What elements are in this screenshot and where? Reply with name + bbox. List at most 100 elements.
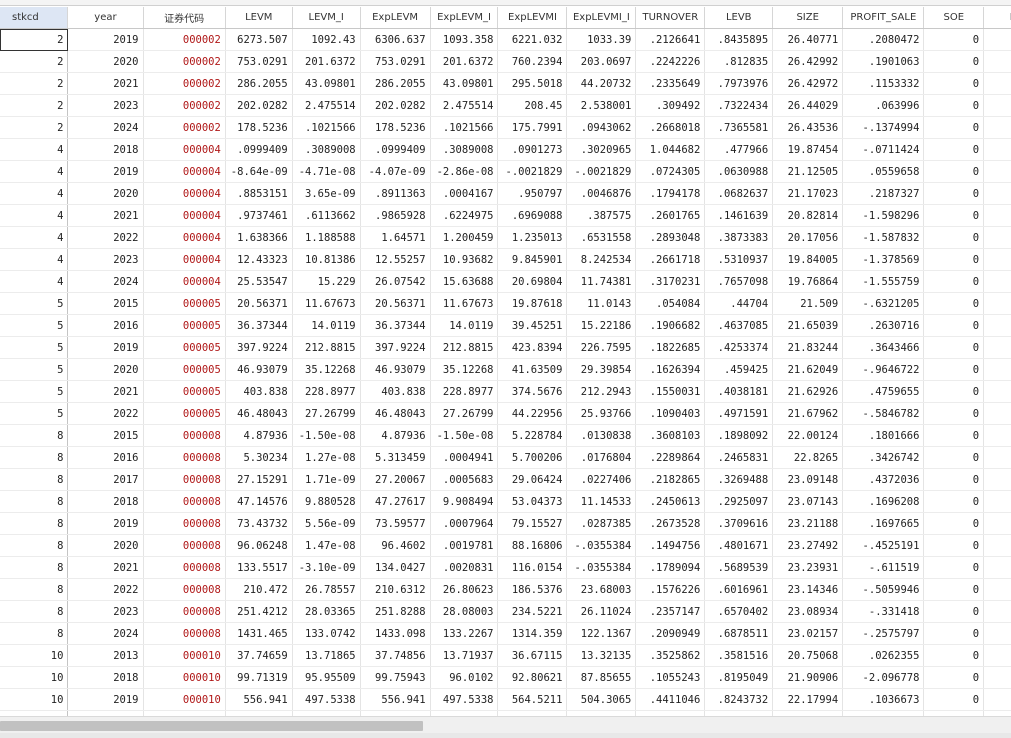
table-cell[interactable]: 175.7991 — [497, 116, 568, 139]
table-cell[interactable]: 6273.507 — [225, 28, 293, 51]
table-cell[interactable]: .0682637 — [704, 182, 774, 205]
table-cell[interactable]: 753.0291 — [225, 50, 293, 73]
table-cell[interactable]: 43.09801 — [292, 72, 361, 95]
table-cell[interactable]: 2 — [0, 28, 69, 51]
table-cell[interactable]: 27.15291 — [225, 468, 293, 491]
table-cell[interactable]: 26.11024 — [566, 600, 637, 623]
security-code-cell[interactable]: 000005 — [143, 336, 226, 359]
horizontal-scrollbar[interactable] — [0, 716, 1011, 734]
table-row[interactable]: 10 2019 000010 556.941 497.5338 556.941 497.53… — [0, 688, 1011, 711]
table-cell[interactable]: 0 — [923, 644, 985, 667]
table-cell[interactable]: 36.37344 — [360, 314, 431, 337]
table-cell[interactable]: .0943062 — [566, 116, 637, 139]
table-cell[interactable]: 47.14576 — [225, 490, 293, 513]
table-cell[interactable]: 5 — [0, 292, 69, 315]
table-row[interactable]: 2 2019 000002 6273.507 1092.43 6306.637 1093.3… — [0, 28, 1011, 51]
table-cell[interactable]: 43.09801 — [430, 72, 499, 95]
table-cell[interactable]: 21.12505 — [772, 160, 844, 183]
table-cell[interactable]: 95.95509 — [292, 666, 361, 689]
table-cell[interactable]: .1898092 — [704, 424, 774, 447]
table-cell[interactable]: .0287385 — [566, 512, 637, 535]
table-cell[interactable]: 11.67673 — [292, 292, 361, 315]
table-cell[interactable]: 116.0154 — [497, 556, 568, 579]
table-cell[interactable]: .0004941 — [430, 446, 499, 469]
table-cell[interactable]: 13.71865 — [292, 644, 361, 667]
table-cell[interactable]: .2 — [983, 556, 1011, 579]
table-cell[interactable]: .1 — [983, 666, 1011, 689]
table-cell[interactable]: 5 — [0, 380, 69, 403]
table-cell[interactable]: -.5059946 — [842, 578, 925, 601]
table-cell[interactable]: 212.8815 — [292, 336, 361, 359]
table-cell[interactable]: 96.4602 — [360, 534, 431, 557]
security-code-cell[interactable]: 000008 — [143, 534, 226, 557]
table-cell[interactable]: 0 — [923, 94, 985, 117]
table-row[interactable]: 8 2017 000008 27.15291 1.71e-09 27.20067.0005… — [0, 468, 1011, 491]
table-cell[interactable]: .1090403 — [635, 402, 706, 425]
table-cell[interactable]: 46.93079 — [225, 358, 293, 381]
table-cell[interactable]: .1 — [983, 248, 1011, 271]
column-header[interactable]: SOE — [923, 7, 985, 29]
security-code-cell[interactable]: 000005 — [143, 380, 226, 403]
table-row[interactable]: 8 2024 000008 1431.465 133.0742 1433.098 133.2… — [0, 622, 1011, 645]
table-cell[interactable]: .6570402 — [704, 600, 774, 623]
table-cell[interactable]: 403.838 — [225, 380, 293, 403]
table-cell[interactable]: 46.48043 — [360, 402, 431, 425]
table-cell[interactable]: .0007964 — [430, 512, 499, 535]
table-cell[interactable]: 2015 — [67, 424, 144, 447]
table-cell[interactable]: 22.8265 — [772, 446, 844, 469]
table-cell[interactable]: 14.0119 — [430, 314, 499, 337]
table-cell[interactable]: 0 — [923, 380, 985, 403]
table-row[interactable]: 8 2020 000008 96.06248 1.47e-08 96.4602.00197… — [0, 534, 1011, 557]
table-cell[interactable]: 20.75068 — [772, 644, 844, 667]
table-cell[interactable]: 234.5221 — [497, 600, 568, 623]
table-cell[interactable]: 134.0427 — [360, 556, 431, 579]
table-cell[interactable]: 20.56371 — [360, 292, 431, 315]
table-cell[interactable]: 2023 — [67, 248, 144, 271]
table-cell[interactable]: 0 — [923, 358, 985, 381]
table-cell[interactable]: .0005683 — [430, 468, 499, 491]
table-cell[interactable]: .9865928 — [360, 204, 431, 227]
table-row[interactable]: 5 2015 000005 20.56371 11.67673 20.56371 11.67… — [0, 292, 1011, 315]
table-cell[interactable]: 753.0291 — [360, 50, 431, 73]
security-code-cell[interactable]: 000010 — [143, 688, 226, 711]
table-cell[interactable]: 1092.43 — [292, 28, 361, 51]
security-code-cell[interactable]: 000005 — [143, 402, 226, 425]
table-cell[interactable]: 0 — [923, 600, 985, 623]
table-cell[interactable]: 178.5236 — [360, 116, 431, 139]
table-cell[interactable]: 202.0282 — [225, 94, 293, 117]
table-cell[interactable]: 0 — [923, 248, 985, 271]
table-cell[interactable]: 27.20067 — [360, 468, 431, 491]
table-cell[interactable]: .2673528 — [635, 512, 706, 535]
table-cell[interactable]: .6224975 — [430, 204, 499, 227]
data-grid[interactable]: stkcd year 证券代码 LEVM LEVM_I ExpLEVM ExpLEVM_I E… — [0, 7, 1011, 716]
table-row[interactable]: 10 2013 000010 37.74659 13.71865 37.74856 13.7… — [0, 644, 1011, 667]
table-cell[interactable]: -.2575797 — [842, 622, 925, 645]
table-cell[interactable]: .2 — [983, 116, 1011, 139]
table-cell[interactable]: 5 — [0, 358, 69, 381]
table-cell[interactable]: -1.378569 — [842, 248, 925, 271]
table-cell[interactable]: 15.229 — [292, 270, 361, 293]
table-cell[interactable]: 2022 — [67, 402, 144, 425]
table-cell[interactable]: -3.10e-09 — [292, 556, 361, 579]
table-cell[interactable]: 3.65e-09 — [292, 182, 361, 205]
table-cell[interactable]: .2357147 — [635, 600, 706, 623]
table-cell[interactable]: .1822685 — [635, 336, 706, 359]
table-cell[interactable]: 25.93766 — [566, 402, 637, 425]
table-cell[interactable]: 122.1367 — [566, 622, 637, 645]
table-cell[interactable]: 212.2943 — [566, 380, 637, 403]
table-cell[interactable]: 556.941 — [360, 688, 431, 711]
table-cell[interactable]: 35.12268 — [430, 358, 499, 381]
table-cell[interactable]: 10.93682 — [430, 248, 499, 271]
table-cell[interactable]: 26.42992 — [772, 50, 844, 73]
table-cell[interactable]: .2465831 — [704, 446, 774, 469]
table-cell[interactable]: .0227406 — [566, 468, 637, 491]
table-cell[interactable]: 21.62926 — [772, 380, 844, 403]
table-cell[interactable]: 96.0102 — [430, 666, 499, 689]
table-cell[interactable]: 5 — [0, 336, 69, 359]
table-cell[interactable]: 4 — [0, 160, 69, 183]
table-cell[interactable]: 0 — [923, 226, 985, 249]
column-header[interactable]: ExpLEVM — [360, 7, 431, 29]
table-cell[interactable]: .8195049 — [704, 666, 774, 689]
table-cell[interactable]: 37.74856 — [360, 644, 431, 667]
table-cell[interactable]: 2024 — [67, 622, 144, 645]
